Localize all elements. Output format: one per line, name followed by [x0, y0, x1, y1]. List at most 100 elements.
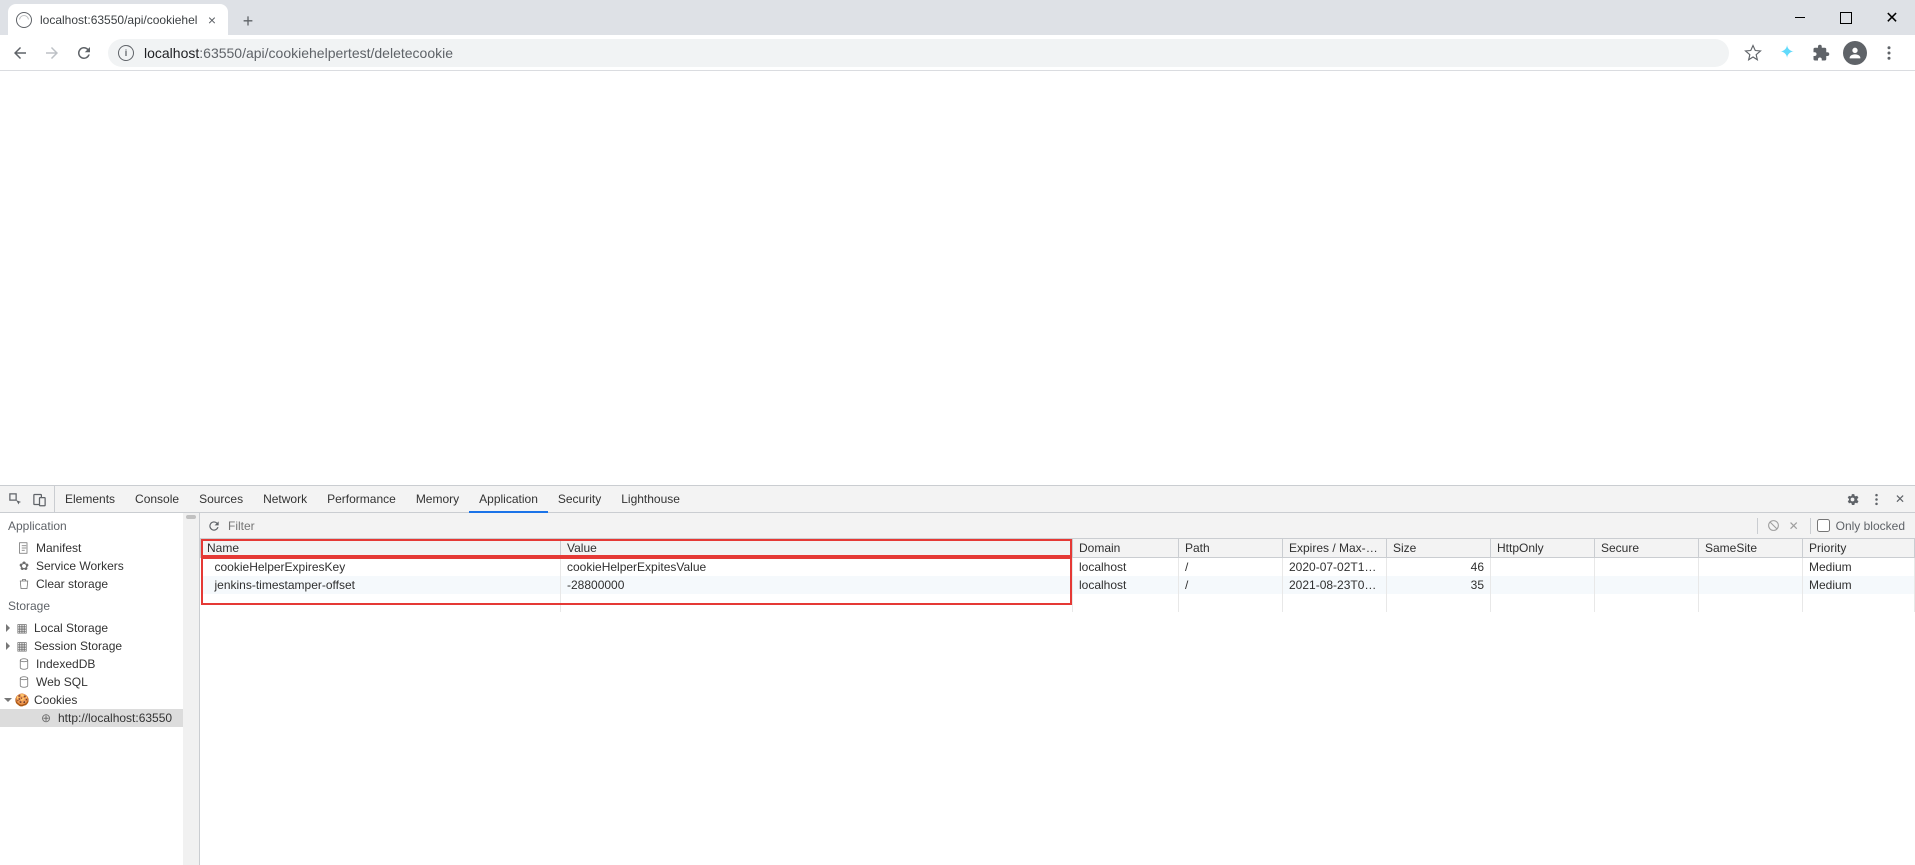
sidebar-item-label: Session Storage [34, 639, 122, 653]
window-maximize-button[interactable] [1823, 0, 1869, 35]
sidebar-item-manifest[interactable]: Manifest [0, 539, 199, 557]
refresh-button[interactable] [200, 519, 228, 533]
sidebar-item-service-workers[interactable]: ✿ Service Workers [0, 557, 199, 575]
cell-httponly [1491, 576, 1595, 594]
cell-priority: Medium [1803, 558, 1915, 577]
chevron-right-icon [6, 642, 10, 650]
cell-expires: 2021-08-23T05:... [1283, 576, 1387, 594]
col-value[interactable]: Value [561, 539, 1073, 558]
col-size[interactable]: Size [1387, 539, 1491, 558]
profile-button[interactable] [1841, 39, 1869, 67]
tab-console[interactable]: Console [125, 486, 189, 512]
table-row[interactable]: jenkins-timestamper-offset -28800000 loc… [201, 576, 1915, 594]
cookie-icon: 🍪 [16, 694, 28, 706]
sidebar-item-clear-storage[interactable]: Clear storage [0, 575, 199, 593]
tab-memory[interactable]: Memory [406, 486, 469, 512]
cell-priority: Medium [1803, 576, 1915, 594]
clear-all-button[interactable] [1764, 519, 1784, 532]
cookies-panel: ✕ Only blocked Name Value D [200, 513, 1915, 865]
devtools-menu-button[interactable] [1865, 488, 1887, 510]
cell-samesite [1699, 576, 1803, 594]
new-tab-button[interactable]: + [234, 7, 262, 35]
avatar-icon [1843, 41, 1867, 65]
col-domain[interactable]: Domain [1073, 539, 1179, 558]
separator [1810, 518, 1811, 534]
cell-name: cookieHelperExpiresKey [201, 558, 561, 577]
tab-application[interactable]: Application [469, 486, 548, 513]
col-samesite[interactable]: SameSite [1699, 539, 1803, 558]
filter-input[interactable] [228, 519, 1751, 533]
device-toggle-button[interactable] [28, 488, 50, 510]
delete-selected-button[interactable]: ✕ [1784, 519, 1804, 533]
separator [1757, 518, 1758, 534]
reload-button[interactable] [70, 39, 98, 67]
inspect-element-button[interactable] [4, 488, 26, 510]
col-path[interactable]: Path [1179, 539, 1283, 558]
devtools-settings-button[interactable] [1841, 488, 1863, 510]
menu-button[interactable] [1875, 39, 1903, 67]
back-button[interactable] [6, 39, 34, 67]
window-controls: ✕ [1777, 0, 1915, 35]
window-close-button[interactable]: ✕ [1869, 0, 1915, 35]
sidebar-item-label: Manifest [36, 541, 81, 555]
sidebar-item-websql[interactable]: Web SQL [0, 673, 199, 691]
tab-lighthouse[interactable]: Lighthouse [611, 486, 690, 512]
col-httponly[interactable]: HttpOnly [1491, 539, 1595, 558]
application-sidebar: Application Manifest ✿ Service Workers C… [0, 513, 200, 865]
cookies-filterbar: ✕ Only blocked [200, 513, 1915, 539]
tab-network[interactable]: Network [253, 486, 317, 512]
cookies-table[interactable]: Name Value Domain Path Expires / Max-A..… [200, 539, 1915, 612]
window-minimize-button[interactable] [1777, 0, 1823, 35]
tab-security[interactable]: Security [548, 486, 611, 512]
tab-sources[interactable]: Sources [189, 486, 253, 512]
sidebar-scrollbar[interactable] [183, 513, 199, 865]
col-secure[interactable]: Secure [1595, 539, 1699, 558]
col-priority[interactable]: Priority [1803, 539, 1915, 558]
page-content [0, 71, 1915, 485]
browser-toolbar: i localhost:63550/api/cookiehelpertest/d… [0, 35, 1915, 71]
sidebar-item-session-storage[interactable]: ▦ Session Storage [0, 637, 199, 655]
cell-size: 46 [1387, 558, 1491, 577]
no-entry-icon [1767, 519, 1780, 532]
cookies-table-wrap: Name Value Domain Path Expires / Max-A..… [200, 539, 1915, 865]
only-blocked-toggle[interactable]: Only blocked [1817, 519, 1915, 533]
sidebar-item-indexeddb[interactable]: IndexedDB [0, 655, 199, 673]
devtools-tabs: Elements Console Sources Network Perform… [55, 486, 690, 512]
col-expires[interactable]: Expires / Max-A... [1283, 539, 1387, 558]
forward-button[interactable] [38, 39, 66, 67]
sidebar-item-label: Local Storage [34, 621, 108, 635]
tab-performance[interactable]: Performance [317, 486, 406, 512]
browser-tab[interactable]: localhost:63550/api/cookiehel × [8, 4, 228, 35]
cell-domain: localhost [1073, 558, 1179, 577]
tab-elements[interactable]: Elements [55, 486, 125, 512]
devtools-tabbar: Elements Console Sources Network Perform… [0, 486, 1915, 513]
sidebar-item-cookie-origin[interactable]: ⊕ http://localhost:63550 [0, 709, 199, 727]
sidebar-item-label: Clear storage [36, 577, 108, 591]
react-devtools-icon[interactable]: ✦ [1773, 39, 1801, 67]
extensions-button[interactable] [1807, 39, 1835, 67]
info-icon[interactable]: i [118, 45, 134, 61]
url-host: localhost [144, 45, 199, 61]
table-row[interactable] [201, 594, 1915, 612]
tab-strip: localhost:63550/api/cookiehel × + ✕ [0, 0, 1915, 35]
grid-icon: ▦ [16, 640, 28, 652]
cell-path: / [1179, 558, 1283, 577]
sidebar-item-label: Cookies [34, 693, 77, 707]
only-blocked-checkbox[interactable] [1817, 519, 1830, 532]
table-row[interactable]: cookieHelperExpiresKey cookieHelperExpit… [201, 558, 1915, 577]
address-bar[interactable]: i localhost:63550/api/cookiehelpertest/d… [108, 39, 1729, 67]
url-path: :63550/api/cookiehelpertest/deletecookie [199, 45, 453, 61]
sidebar-item-label: http://localhost:63550 [58, 711, 172, 725]
manifest-icon [18, 542, 30, 554]
tab-close-button[interactable]: × [204, 12, 220, 28]
cell-secure [1595, 576, 1699, 594]
bookmark-button[interactable] [1739, 39, 1767, 67]
puzzle-icon [1812, 44, 1830, 62]
sidebar-item-cookies[interactable]: 🍪 Cookies [0, 691, 199, 709]
sidebar-item-label: Web SQL [36, 675, 88, 689]
database-icon [18, 676, 30, 688]
col-name[interactable]: Name [201, 539, 561, 558]
devtools-panel: Elements Console Sources Network Perform… [0, 485, 1915, 865]
devtools-close-button[interactable]: ✕ [1889, 488, 1911, 510]
sidebar-item-local-storage[interactable]: ▦ Local Storage [0, 619, 199, 637]
